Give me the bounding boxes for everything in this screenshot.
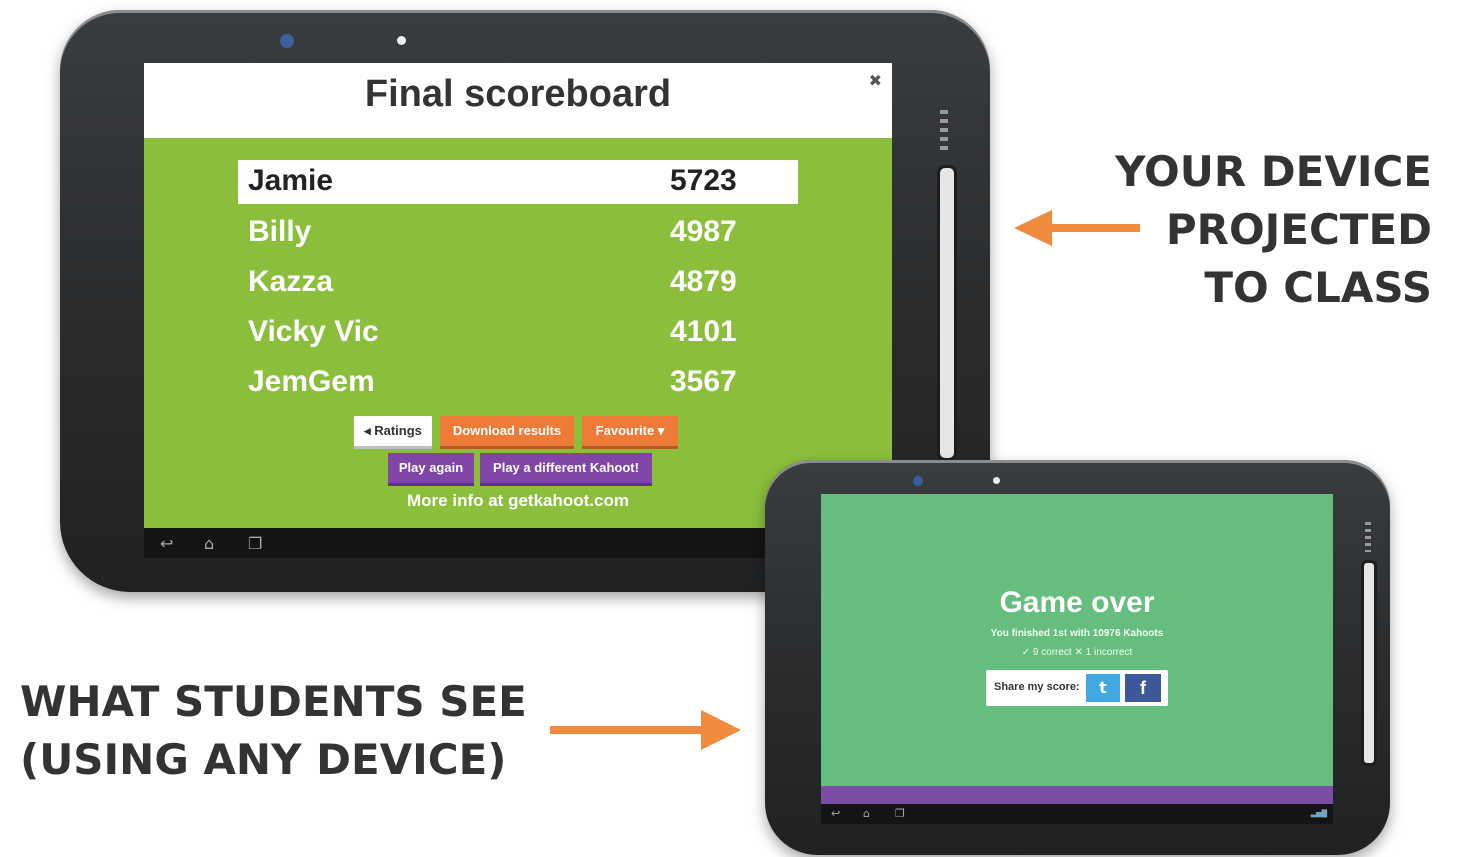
share-score-box: Share my score: t f [986,670,1168,706]
stylus-slot [937,165,957,461]
android-nav-bar: ↩ ⌂ ❐ ▂▄▆ [821,804,1333,824]
sensor-dot [397,36,406,45]
back-icon[interactable]: ↩ [160,534,173,553]
caption-line: YOUR DEVICE [1115,147,1432,196]
player-score: 4987 [670,215,737,248]
player-name: JemGem [248,365,375,398]
download-results-button[interactable]: Download results [440,416,574,449]
player-name: Billy [248,215,312,248]
player-score: 4879 [670,265,737,298]
player-name: Vicky Vic [248,315,379,348]
sensor-dot [993,477,1000,484]
scoreboard-header: Final scoreboard ✖ [144,63,892,138]
home-icon[interactable]: ⌂ [204,534,214,553]
camera-icon [913,476,923,486]
score-row: JemGem 3567 [238,361,798,405]
share-label: Share my score: [994,681,1080,693]
close-icon[interactable]: ✖ [869,71,882,90]
score-row: Jamie 5723 [238,160,798,204]
score-row: Kazza 4879 [238,261,798,305]
play-different-kahoot-button[interactable]: Play a different Kahoot! [480,453,652,486]
stylus-slot [1361,560,1377,766]
score-row: Billy 4987 [238,211,798,255]
ratings-button[interactable]: ◂ Ratings [354,416,432,449]
camera-icon [280,34,294,48]
arrow-right-icon [550,710,741,750]
caption-line: WHAT STUDENTS SEE [20,677,527,726]
scoreboard-title: Final scoreboard [364,73,672,115]
scoreboard-screen: Final scoreboard ✖ Jamie 5723 Billy 4987… [144,63,892,528]
footer-bar [821,786,1333,804]
speaker-grille [1365,522,1371,552]
play-again-button[interactable]: Play again [388,453,474,486]
recent-apps-icon[interactable]: ❐ [895,807,905,820]
game-over-title: Game over [999,586,1155,619]
students-caption: WHAT STUDENTS SEE (USING ANY DEVICE) [20,673,540,789]
facebook-icon[interactable]: f [1125,674,1161,702]
student-tablet: Game over You finished 1st with 10976 Ka… [765,460,1390,855]
arrow-left-icon [1014,210,1140,246]
answer-summary: ✓ 9 correct ✕ 1 incorrect [1021,647,1133,658]
player-score: 3567 [670,365,737,398]
back-icon[interactable]: ↩ [831,807,840,820]
score-row: Vicky Vic 4101 [238,311,798,355]
recent-apps-icon[interactable]: ❐ [248,534,262,553]
twitter-icon[interactable]: t [1086,674,1120,702]
game-over-screen: Game over You finished 1st with 10976 Ka… [821,494,1333,786]
favourite-button[interactable]: Favourite ▾ [582,416,678,449]
player-name: Jamie [248,164,334,197]
player-score: 4101 [670,315,737,348]
speaker-grille [940,110,948,150]
player-name: Kazza [248,265,334,298]
status-clock-icon: ▂▄▆ [1310,808,1327,818]
caption-line: TO CLASS [1204,263,1432,312]
player-score: 5723 [670,164,737,197]
caption-line: (USING ANY DEVICE) [20,735,507,784]
home-icon[interactable]: ⌂ [863,807,870,820]
result-summary: You finished 1st with 10976 Kahoots [990,628,1164,639]
